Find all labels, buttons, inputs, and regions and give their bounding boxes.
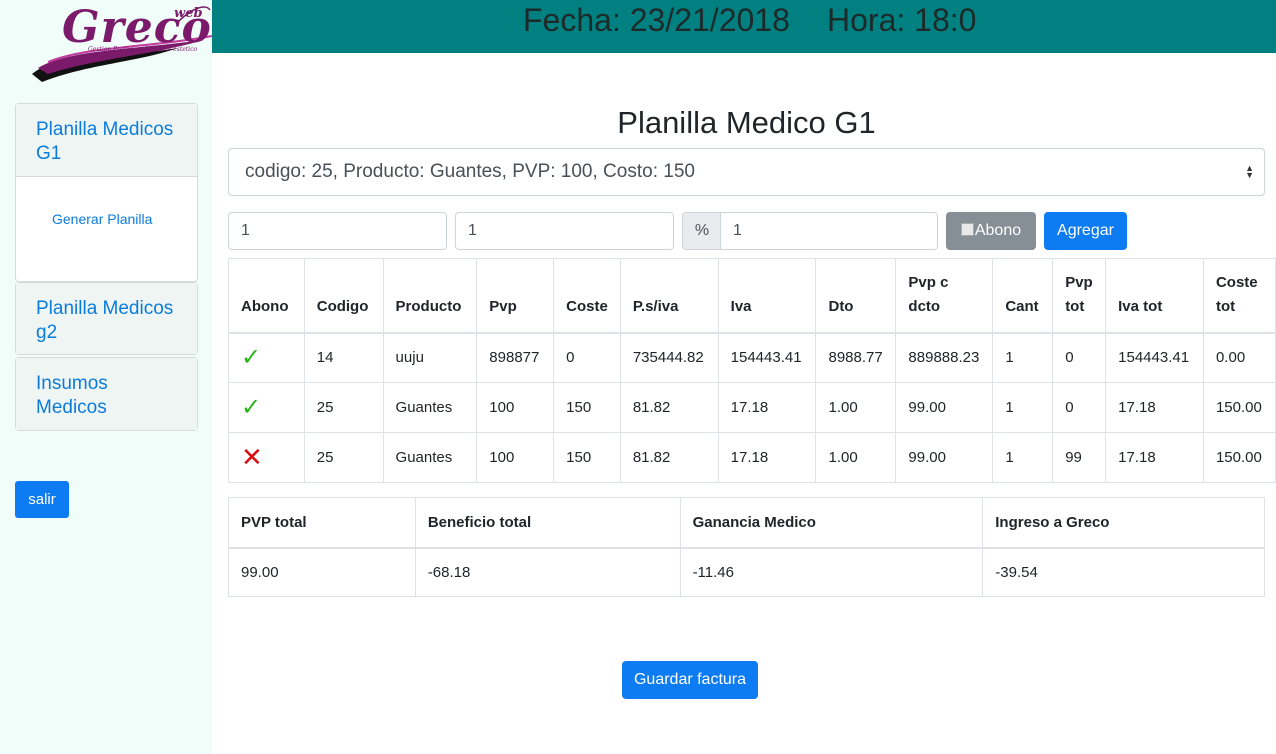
card-planilla-medicos-g2: Planilla Medicos g2 xyxy=(15,282,198,355)
table-cell: 8988.77 xyxy=(815,332,897,383)
table-row: ✓ 25 Guantes 100 150 81.82 17.18 1.00 99… xyxy=(228,382,1276,433)
table-cell: 99 xyxy=(1052,432,1107,483)
table-cell: 1 xyxy=(992,432,1054,483)
table-cell: 99.00 xyxy=(895,432,994,483)
column-header: Pvp c dcto xyxy=(895,258,994,334)
table-cell: 898877 xyxy=(476,332,555,383)
abono-toggle-button[interactable]: Abono xyxy=(946,212,1036,250)
ingreso-greco-value: -39.54 xyxy=(982,547,1265,597)
column-header: Beneficio total xyxy=(414,497,681,549)
card-insumos-medicos: Insumos Medicos xyxy=(15,357,198,431)
table-cell: 735444.82 xyxy=(619,332,719,383)
greco-logo[interactable]: Greco web Gestion Profesional medico est… xyxy=(28,2,218,90)
table-cell: 17.18 xyxy=(717,382,817,433)
table-cell: Guantes xyxy=(382,382,478,433)
table-cell: 0 xyxy=(1052,332,1107,383)
column-header: Producto xyxy=(382,258,478,334)
beneficio-total-value: -68.18 xyxy=(414,547,681,597)
table-cell: 100 xyxy=(476,432,555,483)
card-body-planilla-medicos-g1: Generar Planilla xyxy=(16,176,197,259)
table-cell: 17.18 xyxy=(717,432,817,483)
card-header-planilla-medicos-g2[interactable]: Planilla Medicos g2 xyxy=(16,283,197,354)
check-icon[interactable]: ✓ xyxy=(228,332,305,383)
table-cell: 1 xyxy=(992,382,1054,433)
column-header: Iva xyxy=(717,258,817,334)
column-header: Coste xyxy=(553,258,621,334)
checkbox-icon[interactable] xyxy=(960,223,974,236)
sidebar: Greco web Gestion Profesional medico est… xyxy=(0,0,213,754)
column-header: Dto xyxy=(815,258,897,334)
column-header: P.s/iva xyxy=(619,258,719,334)
salir-button[interactable]: salir xyxy=(15,481,69,518)
table-cell: uuju xyxy=(382,332,478,383)
column-header: Coste tot xyxy=(1202,258,1276,334)
card-header-planilla-medicos-g1[interactable]: Planilla Medicos G1 xyxy=(16,104,197,176)
table-cell: 14 xyxy=(303,332,384,383)
table-cell: 17.18 xyxy=(1105,432,1204,483)
product-select[interactable]: codigo: 25, Producto: Guantes, PVP: 100,… xyxy=(228,148,1265,196)
table-cell: 0.00 xyxy=(1202,332,1276,383)
table-cell: 0 xyxy=(553,332,621,383)
column-header: Abono xyxy=(228,258,305,334)
pvp-total-value: 99.00 xyxy=(228,547,416,597)
discount-input[interactable]: 1 xyxy=(720,212,938,250)
column-header: Cant xyxy=(992,258,1054,334)
table-cell: 889888.23 xyxy=(895,332,994,383)
select-arrows-icon: ▲ ▼ xyxy=(1245,163,1254,180)
table-cell: 0 xyxy=(1052,382,1107,433)
table-row: ✕ 25 Guantes 100 150 81.82 17.18 1.00 99… xyxy=(228,432,1276,483)
table-cell: 25 xyxy=(303,382,384,433)
page-title: Planilla Medico G1 xyxy=(617,105,876,140)
table-cell: 25 xyxy=(303,432,384,483)
table-cell: 1 xyxy=(992,332,1054,383)
input-2[interactable]: 1 xyxy=(455,212,674,250)
guardar-factura-button[interactable]: Guardar factura xyxy=(622,661,758,699)
table-cell: 99.00 xyxy=(895,382,994,433)
fecha-text: Fecha: 23/21/2018 xyxy=(523,2,790,38)
table-cell: 17.18 xyxy=(1105,382,1204,433)
abono-label: Abono xyxy=(974,222,1022,239)
header-bar: Fecha: 23/21/2018 Hora: 18:0 xyxy=(212,0,1276,53)
table-cell: 1.00 xyxy=(815,432,897,483)
check-icon[interactable]: ✓ xyxy=(228,382,305,433)
table-row: 99.00 -68.18 -11.46 -39.54 xyxy=(228,547,1265,597)
cross-icon[interactable]: ✕ xyxy=(228,432,305,483)
table-cell: 154443.41 xyxy=(1105,332,1204,383)
logo-tagline: Gestion Profesional medico estetico xyxy=(88,46,198,53)
items-table-header: Abono Codigo Producto Pvp Coste P.s/iva … xyxy=(228,258,1276,334)
table-cell: Guantes xyxy=(382,432,478,483)
ganancia-medico-value: -11.46 xyxy=(679,547,984,597)
table-row: ✓ 14 uuju 898877 0 735444.82 154443.41 8… xyxy=(228,332,1276,383)
table-cell: 150 xyxy=(553,432,621,483)
table-cell: 81.82 xyxy=(619,382,719,433)
table-cell: 154443.41 xyxy=(717,332,817,383)
column-header: Codigo xyxy=(303,258,384,334)
agregar-button[interactable]: Agregar xyxy=(1044,212,1127,250)
column-header: PVP total xyxy=(228,497,416,549)
items-table: Abono Codigo Producto Pvp Coste P.s/iva … xyxy=(228,258,1276,483)
percent-addon: % xyxy=(682,212,721,250)
column-header: Ganancia Medico xyxy=(679,497,984,549)
product-select-value: codigo: 25, Producto: Guantes, PVP: 100,… xyxy=(245,161,695,182)
column-header: Pvp xyxy=(476,258,555,334)
table-cell: 150.00 xyxy=(1202,432,1276,483)
generar-planilla-link[interactable]: Generar Planilla xyxy=(52,211,152,227)
card-header-insumos-medicos[interactable]: Insumos Medicos xyxy=(16,358,197,430)
table-cell: 150.00 xyxy=(1202,382,1276,433)
column-header: Ingreso a Greco xyxy=(982,497,1265,549)
input-1[interactable]: 1 xyxy=(228,212,447,250)
table-cell: 100 xyxy=(476,382,555,433)
table-cell: 1.00 xyxy=(815,382,897,433)
hora-text: Hora: 18:0 xyxy=(827,2,977,38)
column-header: Pvp tot xyxy=(1052,258,1107,334)
totals-table: PVP total Beneficio total Ganancia Medic… xyxy=(228,497,1265,597)
card-planilla-medicos-g1: Planilla Medicos G1 Generar Planilla xyxy=(15,103,198,282)
table-cell: 81.82 xyxy=(619,432,719,483)
totals-table-header: PVP total Beneficio total Ganancia Medic… xyxy=(228,497,1265,549)
column-header: Iva tot xyxy=(1105,258,1204,334)
table-cell: 150 xyxy=(553,382,621,433)
logo-web-text: web xyxy=(174,6,203,21)
